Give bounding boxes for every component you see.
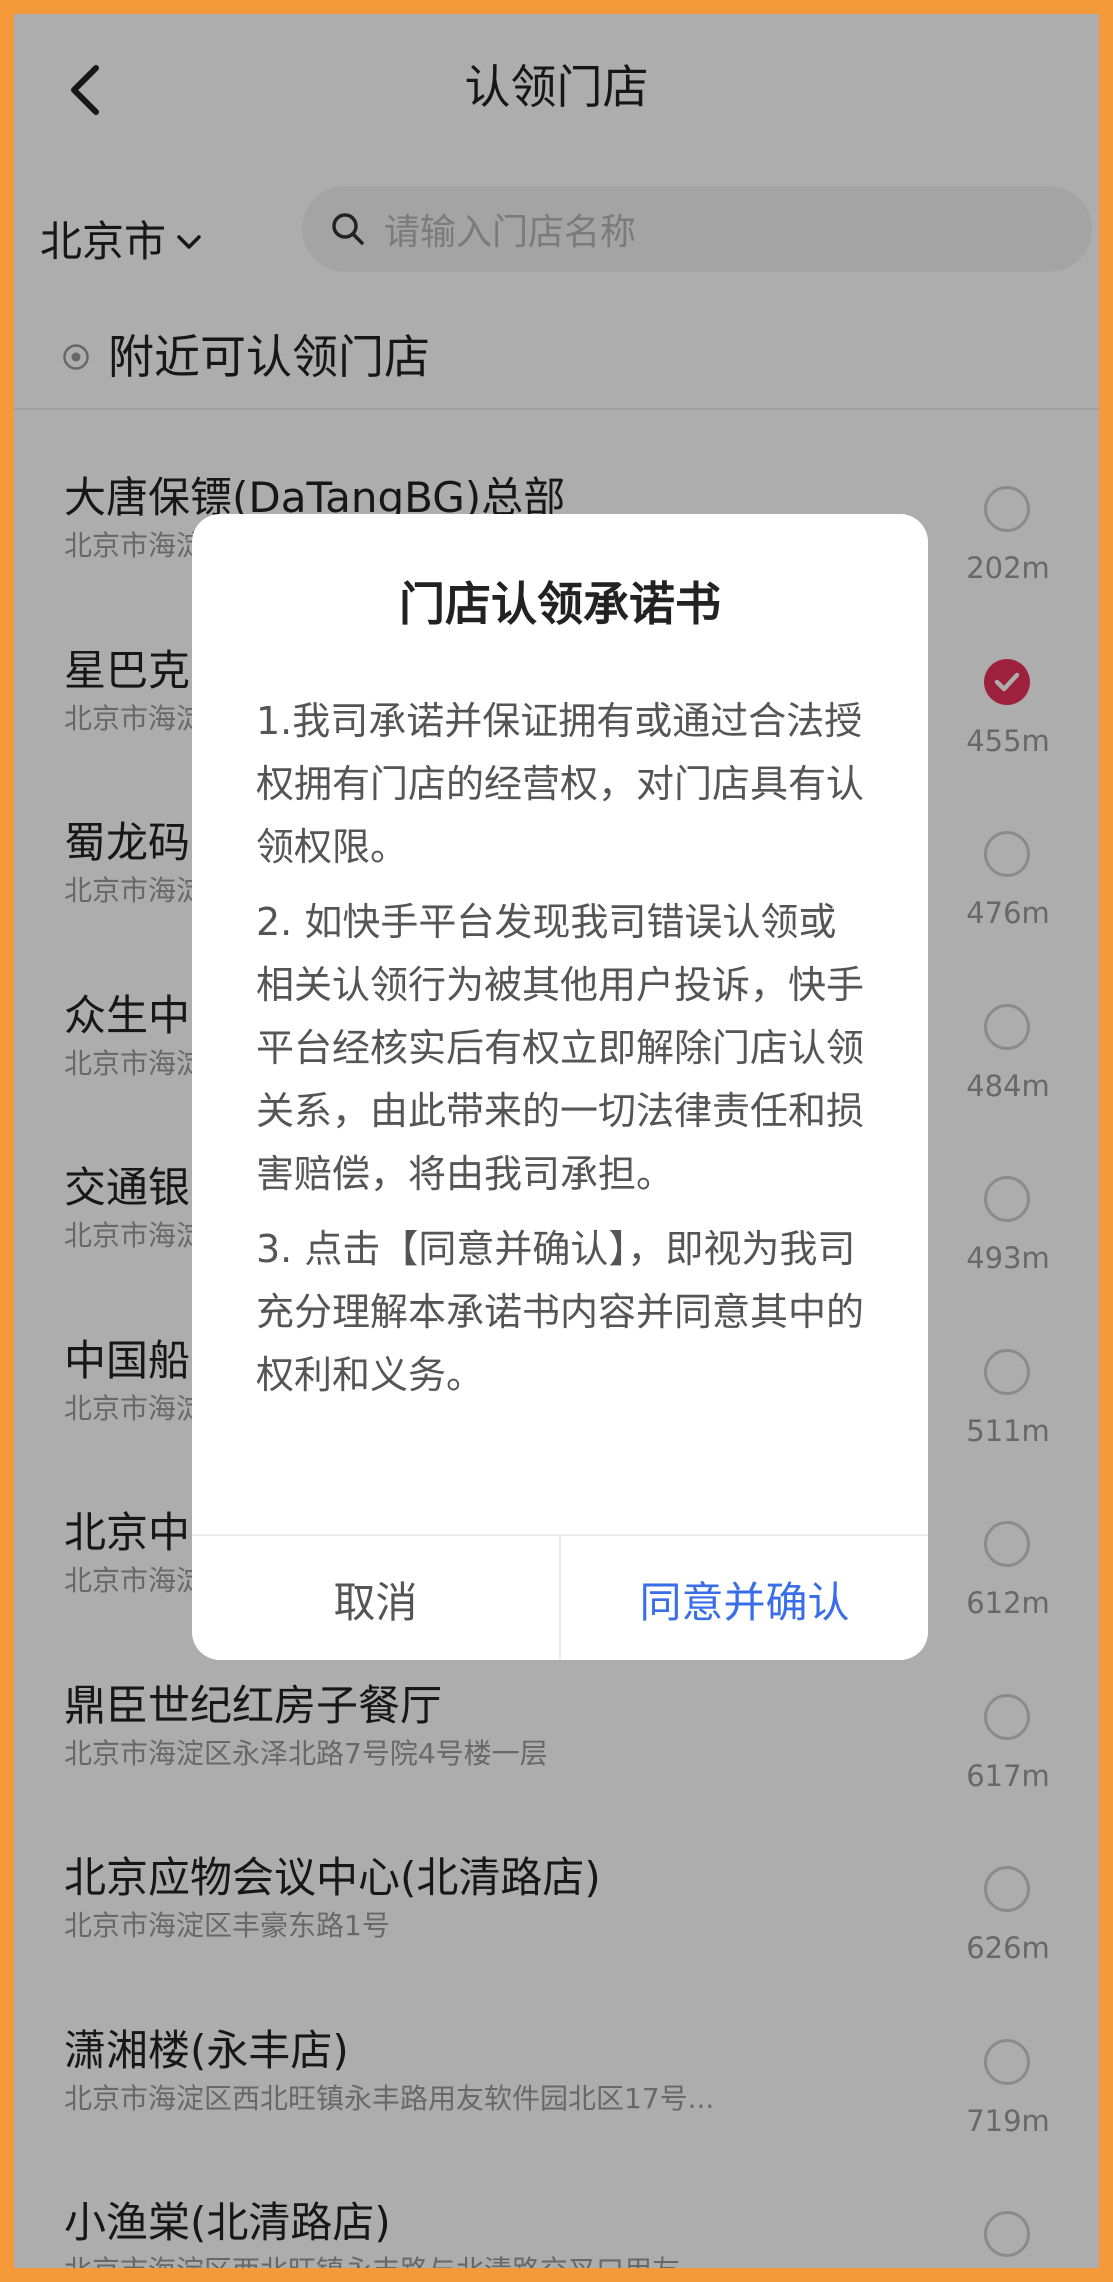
app-frame: 认领门店 北京市 请输入门店名称 附近可认领门店 大唐保镖(DaTangBG)总… [14, 14, 1099, 2268]
dialog-actions: 取消 同意并确认 [192, 1534, 928, 1660]
dialog-title: 门店认领承诺书 [399, 577, 721, 631]
cancel-button[interactable]: 取消 [192, 1536, 561, 1660]
term-2: 2. 如快手平台发现我司错误认领或相关认领行为被其他用户投诉，快手平台经核实后有… [256, 900, 865, 1196]
terms-text: 1.我司承诺并保证拥有或通过合法授权拥有门店的经营权，对门店具有认领权限。 2.… [256, 690, 866, 1419]
commitment-dialog: 门店认领承诺书 1.我司承诺并保证拥有或通过合法授权拥有门店的经营权，对门店具有… [192, 514, 928, 1660]
term-3: 3. 点击【同意并确认】，即视为我司充分理解本承诺书内容并同意其中的权利和义务。 [256, 1227, 865, 1397]
confirm-button[interactable]: 同意并确认 [561, 1536, 928, 1660]
term-1: 1.我司承诺并保证拥有或通过合法授权拥有门店的经营权，对门店具有认领权限。 [256, 699, 865, 869]
